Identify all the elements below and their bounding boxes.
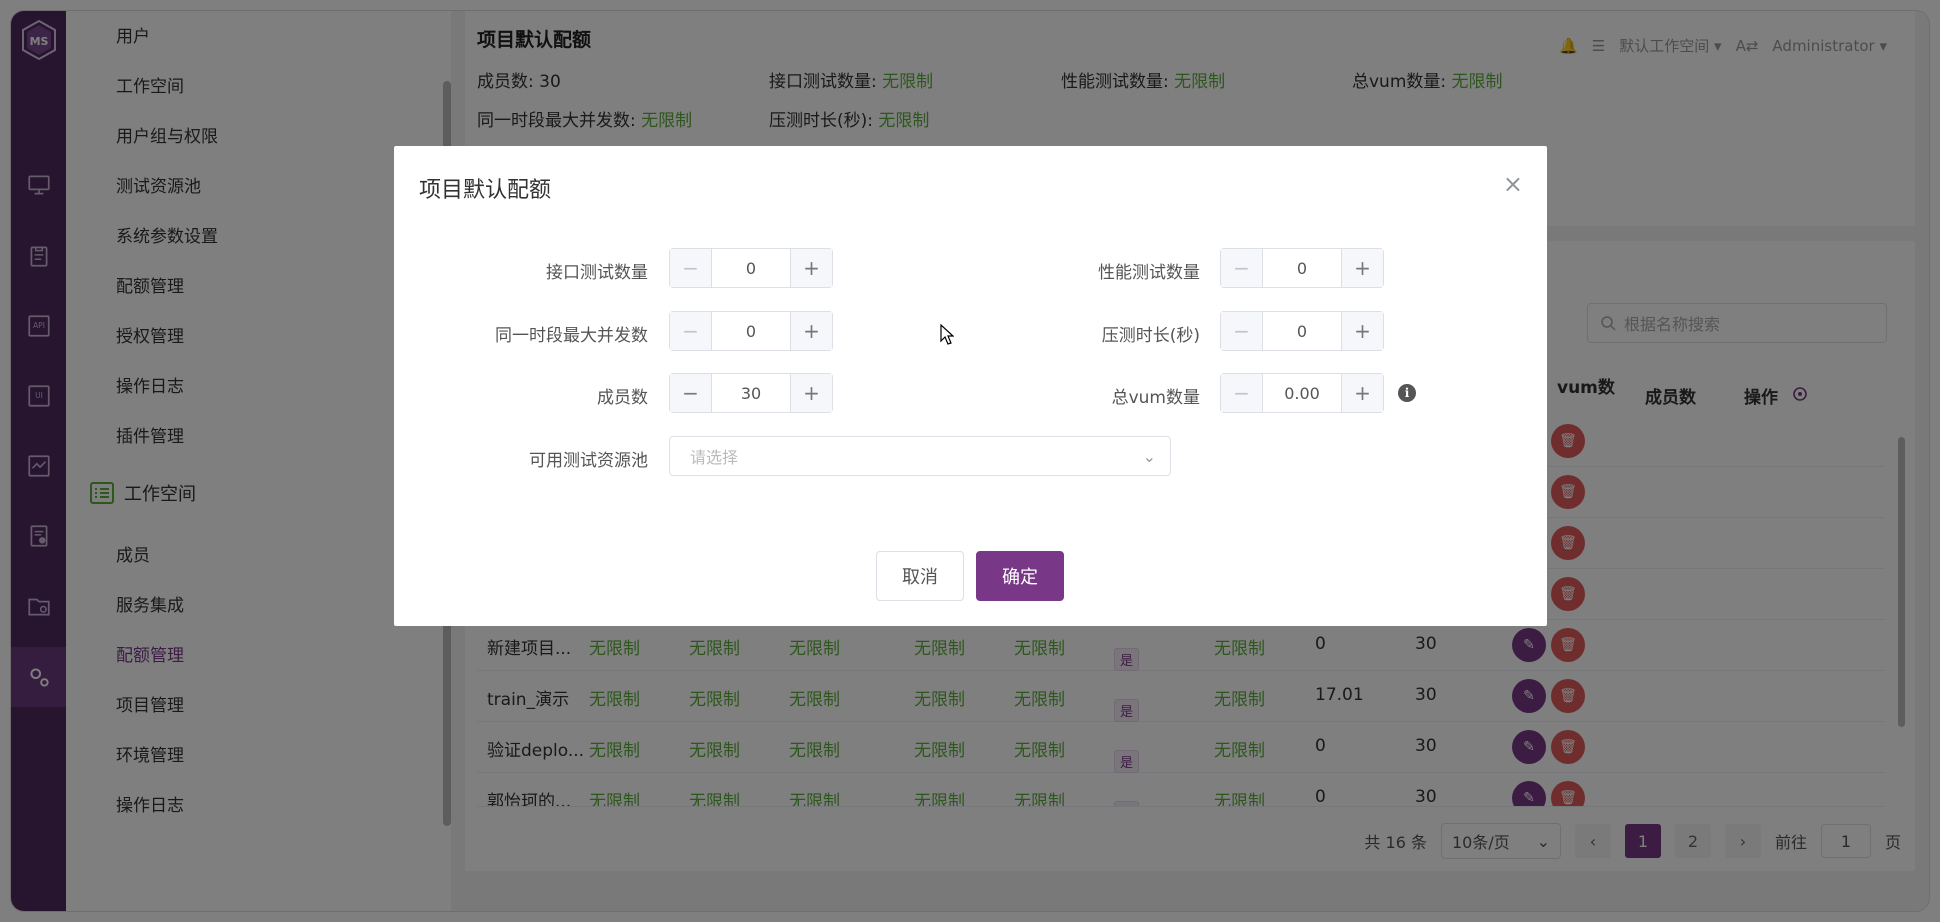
info-icon[interactable]: i — [1398, 384, 1416, 402]
vum-label: 总vum数量 — [1111, 388, 1200, 408]
default-quota-dialog: 项目默认配额 × 接口测试数量 − 0 + 性能测试数量 − 0 + 同一时段最… — [394, 146, 1547, 626]
decrement-button[interactable]: − — [1221, 312, 1263, 350]
increment-button[interactable]: + — [1341, 249, 1383, 287]
members-label: 成员数 — [597, 388, 648, 408]
api-count-label: 接口测试数量 — [546, 263, 648, 283]
mouse-cursor-icon — [940, 324, 954, 345]
select-placeholder: 请选择 — [690, 448, 739, 467]
increment-button[interactable]: + — [790, 374, 832, 412]
close-icon[interactable]: × — [1503, 170, 1523, 198]
stepper-value[interactable]: 30 — [712, 384, 790, 403]
api-count-stepper[interactable]: − 0 + — [669, 248, 833, 288]
vum-stepper[interactable]: − 0.00 + — [1220, 373, 1384, 413]
stepper-value[interactable]: 0 — [1263, 322, 1341, 341]
duration-stepper[interactable]: − 0 + — [1220, 311, 1384, 351]
stepper-value[interactable]: 0 — [712, 322, 790, 341]
confirm-button[interactable]: 确定 — [976, 551, 1064, 601]
stepper-value[interactable]: 0 — [712, 259, 790, 278]
decrement-button[interactable]: − — [670, 312, 712, 350]
perf-count-stepper[interactable]: − 0 + — [1220, 248, 1384, 288]
perf-count-label: 性能测试数量 — [1098, 263, 1200, 283]
increment-button[interactable]: + — [790, 249, 832, 287]
decrement-button[interactable]: − — [1221, 249, 1263, 287]
concurrency-label: 同一时段最大并发数 — [495, 326, 648, 346]
stepper-value[interactable]: 0 — [1263, 259, 1341, 278]
members-stepper[interactable]: − 30 + — [669, 373, 833, 413]
stepper-value[interactable]: 0.00 — [1263, 384, 1341, 403]
resource-pool-label: 可用测试资源池 — [529, 451, 648, 471]
cancel-button[interactable]: 取消 — [876, 551, 964, 601]
decrement-button[interactable]: − — [670, 249, 712, 287]
resource-pool-select[interactable]: 请选择 ⌄ — [669, 436, 1171, 476]
decrement-button[interactable]: − — [670, 374, 712, 412]
concurrency-stepper[interactable]: − 0 + — [669, 311, 833, 351]
increment-button[interactable]: + — [1341, 312, 1383, 350]
duration-label: 压测时长(秒) — [1101, 326, 1200, 346]
decrement-button[interactable]: − — [1221, 374, 1263, 412]
increment-button[interactable]: + — [1341, 374, 1383, 412]
dialog-title: 项目默认配额 — [419, 178, 552, 203]
increment-button[interactable]: + — [790, 312, 832, 350]
chevron-down-icon: ⌄ — [1142, 446, 1156, 466]
